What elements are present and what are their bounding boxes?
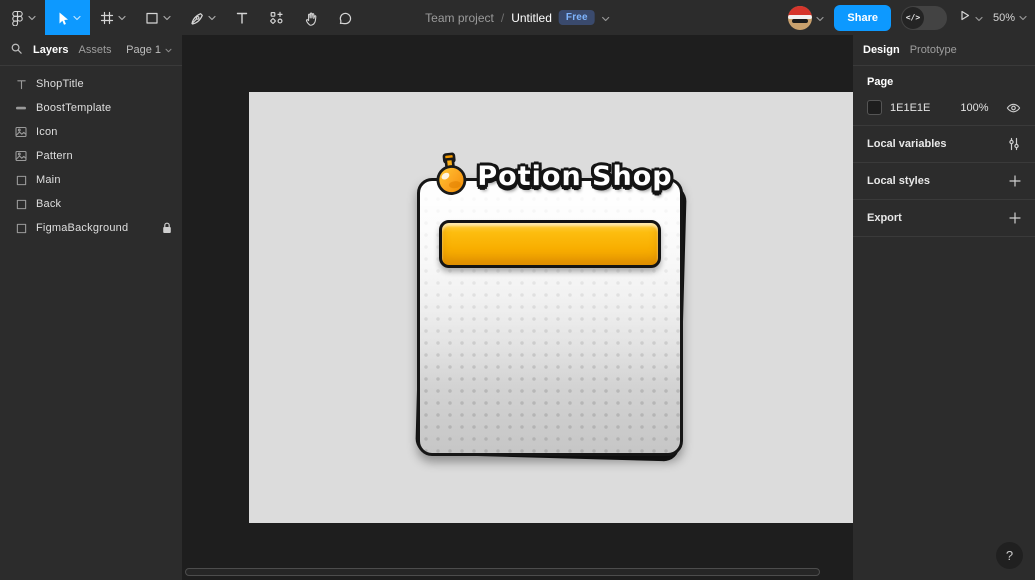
eye-icon[interactable] xyxy=(1006,102,1021,114)
export-section[interactable]: Export xyxy=(853,200,1035,237)
chevron-down-icon xyxy=(73,15,81,21)
plus-icon[interactable] xyxy=(1009,212,1021,224)
layers-panel: Layers Assets Page 1 ShopTitle BoostTemp… xyxy=(0,35,182,580)
frame-tool-button[interactable] xyxy=(90,0,135,35)
local-styles-section[interactable]: Local styles xyxy=(853,163,1035,200)
main-menu-button[interactable] xyxy=(0,0,45,35)
rectangle-layer-icon xyxy=(14,175,28,186)
move-tool-icon xyxy=(54,10,70,26)
lock-icon[interactable] xyxy=(162,222,172,234)
hand-tool-button[interactable] xyxy=(294,0,328,35)
search-icon[interactable] xyxy=(10,42,23,58)
comment-tool-icon xyxy=(337,10,353,26)
actions-tool-button[interactable] xyxy=(259,0,294,35)
comment-tool-button[interactable] xyxy=(328,0,362,35)
layer-row-figmabackground[interactable]: FigmaBackground xyxy=(0,216,182,240)
tab-layers[interactable]: Layers xyxy=(33,44,68,56)
rectangle-tool-icon xyxy=(144,10,160,26)
pen-tool-icon xyxy=(189,10,205,26)
toolbar-right: Share </> 50% xyxy=(788,0,1027,35)
layer-row-shoptitle[interactable]: ShopTitle xyxy=(0,72,182,96)
toolbar: Team project / Untitled Free Share </> 5… xyxy=(0,0,1035,35)
layer-row-back[interactable]: Back xyxy=(0,192,182,216)
figma-menu-icon xyxy=(9,10,25,26)
help-button[interactable]: ? xyxy=(996,542,1023,569)
chevron-down-icon xyxy=(118,15,126,21)
page-selector[interactable]: Page 1 xyxy=(126,44,172,56)
text-layer-icon xyxy=(14,79,28,90)
chevron-down-icon xyxy=(816,9,824,27)
page-section: Page 1E1E1E 100% xyxy=(853,66,1035,126)
tab-prototype[interactable]: Prototype xyxy=(910,44,957,56)
account-menu[interactable] xyxy=(788,5,824,30)
figma-app: Team project / Untitled Free Share </> 5… xyxy=(0,0,1035,580)
hand-tool-icon xyxy=(303,10,319,26)
zoom-control[interactable]: 50% xyxy=(993,12,1027,24)
canvas[interactable]: Potion Shop xyxy=(182,35,853,580)
frame-tool-icon xyxy=(99,10,115,26)
shop-title-text: Potion Shop xyxy=(477,161,673,192)
actions-tool-icon xyxy=(268,9,285,26)
shop-card-group[interactable]: Potion Shop xyxy=(415,152,687,462)
tab-design[interactable]: Design xyxy=(863,44,900,56)
layer-row-main[interactable]: Main xyxy=(0,168,182,192)
code-icon: </> xyxy=(901,6,924,29)
tool-group xyxy=(0,0,362,35)
layer-row-pattern[interactable]: Pattern xyxy=(0,144,182,168)
breadcrumb-project[interactable]: Team project xyxy=(425,11,494,25)
present-icon xyxy=(957,8,972,28)
chevron-down-icon xyxy=(975,9,983,27)
zoom-level: 50% xyxy=(992,11,1015,24)
color-swatch[interactable] xyxy=(867,100,882,115)
plan-badge[interactable]: Free xyxy=(558,10,595,25)
page-section-title: Page xyxy=(867,76,894,88)
chevron-down-icon xyxy=(208,15,216,21)
text-tool-button[interactable] xyxy=(225,0,259,35)
move-tool-button[interactable] xyxy=(45,0,90,35)
avatar xyxy=(788,5,813,30)
horizontal-scrollbar[interactable] xyxy=(185,568,820,576)
shape-tool-button[interactable] xyxy=(135,0,180,35)
chevron-down-icon[interactable] xyxy=(602,11,610,25)
variables-icon[interactable] xyxy=(1007,137,1021,151)
shop-yellow-button[interactable] xyxy=(439,220,661,268)
potion-icon xyxy=(424,146,479,206)
chevron-down-icon xyxy=(28,15,36,21)
layer-row-boosttemplate[interactable]: BoostTemplate xyxy=(0,96,182,120)
breadcrumb-file: Untitled xyxy=(511,10,552,25)
image-layer-icon xyxy=(14,150,28,162)
shop-title[interactable]: Potion Shop xyxy=(429,151,672,202)
local-variables-section[interactable]: Local variables xyxy=(853,126,1035,163)
rectangle-layer-icon xyxy=(14,223,28,234)
tab-assets[interactable]: Assets xyxy=(78,44,111,56)
dev-mode-toggle[interactable]: </> xyxy=(900,5,947,30)
chevron-down-icon xyxy=(163,15,171,21)
layers-list: ShopTitle BoostTemplate Icon Pattern Mai… xyxy=(0,66,182,240)
design-panel: Design Prototype Page 1E1E1E 100% Local … xyxy=(853,35,1035,580)
rectangle-layer-icon xyxy=(14,199,28,210)
text-tool-icon xyxy=(234,10,250,26)
image-layer-icon xyxy=(14,126,28,138)
page-color-opacity[interactable]: 100% xyxy=(960,102,988,114)
line-layer-icon xyxy=(14,102,28,114)
breadcrumb-separator: / xyxy=(500,10,505,25)
breadcrumb: Team project / Untitled Free xyxy=(425,0,610,35)
layer-row-icon[interactable]: Icon xyxy=(0,120,182,144)
figma-background-layer[interactable]: Potion Shop xyxy=(249,92,853,523)
page-color-hex[interactable]: 1E1E1E xyxy=(890,102,930,114)
share-button[interactable]: Share xyxy=(834,4,891,31)
pen-tool-button[interactable] xyxy=(180,0,225,35)
plus-icon[interactable] xyxy=(1009,175,1021,187)
chevron-down-icon xyxy=(1019,12,1027,24)
present-button[interactable] xyxy=(957,8,983,28)
